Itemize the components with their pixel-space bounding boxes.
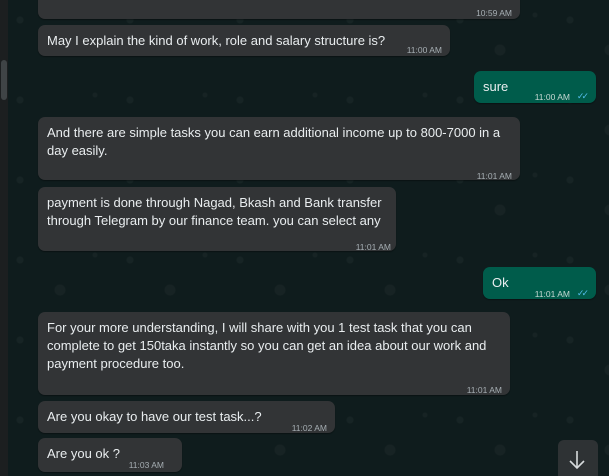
read-receipt-icon: ✓✓ [576,91,589,101]
message-outgoing[interactable]: sure 11:00 AM ✓✓ [474,71,596,103]
message-time: 11:02 AM [291,423,327,433]
message-time: 11:00 AM [406,45,442,55]
message-text: Are you okay to have our test task...? [47,409,262,424]
message-incoming[interactable]: payment is done through Nagad, Bkash and… [38,187,396,252]
message-line: For your more understanding, I will shar… [47,320,472,335]
message-line: day easily. [47,143,108,158]
message-text: May I explain the kind of work, role and… [47,33,386,48]
message-time: 11:01 AM [476,171,512,181]
message-line: payment is done through Nagad, Bkash and… [47,195,382,210]
message-incoming[interactable]: May I explain the kind of work, role and… [38,25,450,56]
arrow-down-icon [569,451,585,470]
chat-panel: 10:59 AM May I explain the kind of work,… [0,0,609,476]
message-text: Are you ok ? [47,446,120,461]
message-text: payment is done through Nagad, Bkash and… [47,194,382,230]
message-time: 11:03 AM [128,460,164,470]
message-outgoing[interactable]: Ok 11:01 AM ✓✓ [483,267,596,299]
read-receipt-icon: ✓✓ [576,288,589,298]
scrollbar-track[interactable] [0,0,8,476]
message-time: 11:01 AM [355,242,391,252]
message-time: 10:59 AM [476,8,512,18]
scroll-to-bottom-button[interactable] [558,440,598,476]
message-line: through Telegram by our finance team. yo… [47,213,381,228]
scrollbar-thumb[interactable] [1,60,7,100]
message-line: And there are simple tasks you can earn … [47,125,501,140]
message-text: Ok [492,275,509,290]
message-time: 11:01 AM [466,385,502,395]
message-time: 11:01 AM [534,289,570,299]
message-line: payment procedure too. [47,356,185,371]
message-line: complete to get 150taka instantly so you… [47,338,487,353]
message-incoming[interactable]: And there are simple tasks you can earn … [38,117,520,181]
message-incoming[interactable]: 10:59 AM [38,0,520,19]
message-incoming[interactable]: Are you okay to have our test task...? 1… [38,401,335,433]
message-incoming[interactable]: For your more understanding, I will shar… [38,312,510,395]
message-time: 11:00 AM [534,92,570,102]
message-incoming[interactable]: Are you ok ? 11:03 AM [38,438,182,472]
message-text: And there are simple tasks you can earn … [47,124,500,160]
message-text: sure [483,79,509,94]
message-text: For your more understanding, I will shar… [47,319,486,373]
